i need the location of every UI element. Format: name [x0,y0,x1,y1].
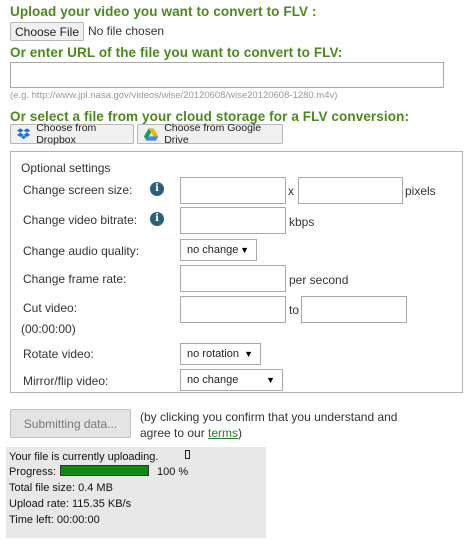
dropbox-icon [17,128,31,139]
bitrate-info-icon[interactable]: i [150,212,164,226]
frame-rate-label: Change frame rate: [23,272,127,286]
cut-separator: to [289,303,300,317]
uploading-status-text: Your file is currently uploading. [9,451,159,463]
mirror-video-value: no change [187,374,239,386]
screen-width-input[interactable] [180,177,286,204]
no-file-chosen-text: No file chosen [88,24,165,38]
rotate-video-label: Rotate video: [23,347,94,361]
url-heading: Or enter URL of the file you want to con… [10,45,343,60]
time-left: Time left: 00:00:00 [9,514,100,526]
dropbox-label: Choose from Dropbox [36,122,97,146]
progress-percent: 100 % [157,466,189,478]
rotate-video-value: no rotation [187,348,239,360]
audio-quality-select[interactable]: no change ▼ [180,239,257,261]
cut-video-label: Cut video: [23,301,78,315]
progress-bar [60,465,149,476]
google-drive-icon [144,127,159,141]
optional-settings-title: Optional settings [21,161,111,175]
cut-time-display: (00:00:00) [21,322,76,336]
submit-notice-line1: (by clicking you confirm that you unders… [140,410,398,424]
url-input[interactable] [10,62,444,88]
bitrate-input[interactable] [180,207,286,234]
chevron-down-icon: ▼ [266,375,275,385]
mirror-video-select[interactable]: no change ▼ [180,369,283,391]
audio-quality-label: Change audio quality: [23,244,140,258]
dropbox-button[interactable]: Choose from Dropbox [10,122,134,146]
frame-rate-input[interactable] [180,265,286,292]
rotate-video-select[interactable]: no rotation ▼ [180,343,261,365]
upload-rate: Upload rate: 115.35 KB/s [9,498,132,510]
choose-file-button[interactable]: Choose File [10,22,84,41]
cut-end-input[interactable] [301,296,407,323]
screen-size-separator: x [288,184,294,198]
submit-notice-text: agree to our [140,426,209,440]
google-drive-label: Choose from Google Drive [164,122,262,146]
total-file-size: Total file size: 0.4 MB [9,482,113,494]
audio-quality-value: no change [187,244,239,256]
bitrate-unit: kbps [289,215,315,229]
bitrate-label: Change video bitrate: [23,213,138,227]
upload-heading: Upload your video you want to convert to… [10,4,317,19]
chevron-down-icon: ▼ [240,245,249,255]
progress-label: Progress: [9,466,57,478]
mirror-video-label: Mirror/flip video: [23,374,109,388]
frame-rate-unit: per second [289,273,349,287]
submit-notice-end: ) [238,426,243,440]
submit-button[interactable]: Submitting data... [10,409,131,438]
screen-height-input[interactable] [298,177,403,204]
screen-size-label: Change screen size: [23,183,133,197]
url-example-hint: (e.g. http://www.jpl.nasa.gov/videos/wis… [10,90,338,101]
screen-size-info-icon[interactable]: i [150,182,164,196]
cut-start-input[interactable] [180,296,286,323]
submit-notice-line2: agree to our terms) [140,426,242,440]
chevron-down-icon: ▼ [244,349,253,359]
screen-size-unit: pixels [405,184,436,198]
upload-indicator-icon [185,450,190,459]
google-drive-button[interactable]: Choose from Google Drive [137,122,283,146]
progress-bar-fill [61,466,148,475]
terms-link[interactable]: terms [208,426,238,440]
